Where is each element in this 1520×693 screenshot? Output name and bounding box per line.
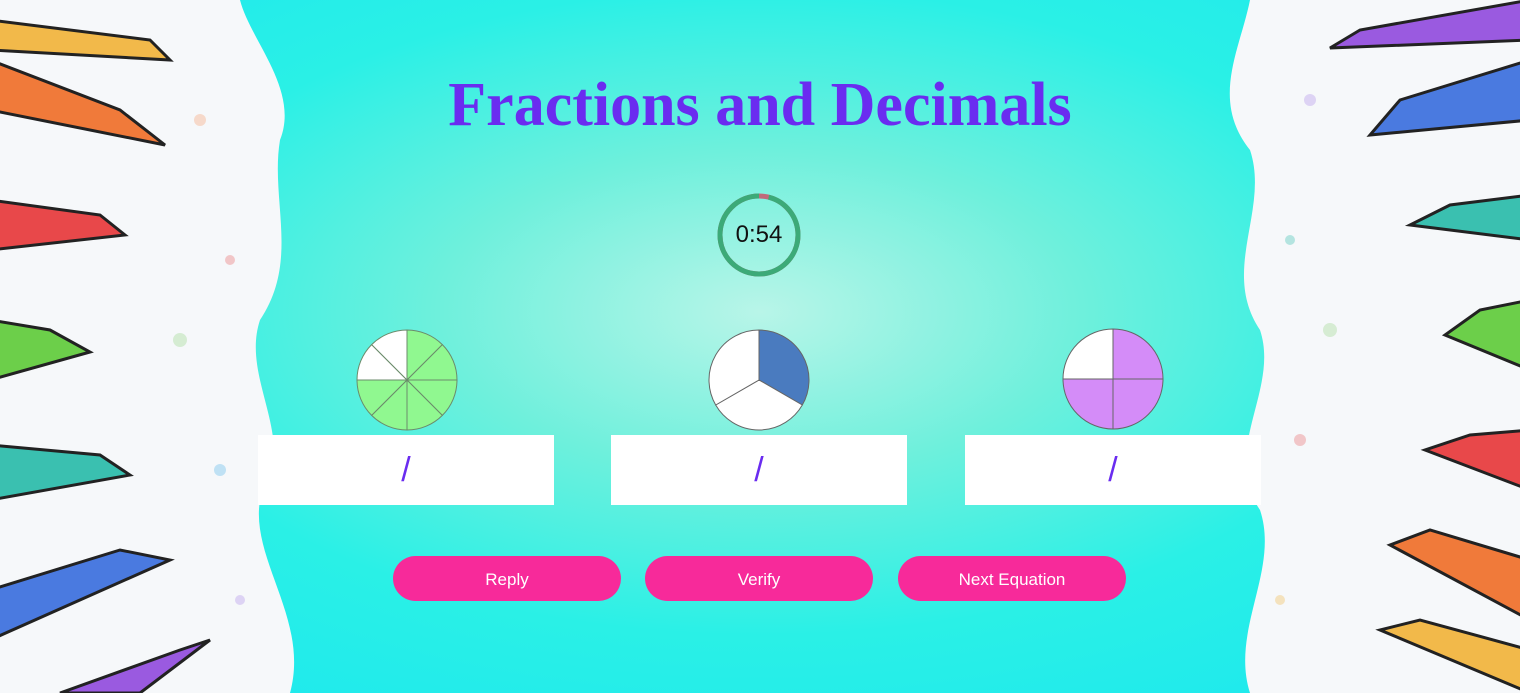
reply-button[interactable]: Reply — [393, 556, 621, 601]
fraction-pie-3 — [1062, 328, 1164, 430]
countdown-timer: 0:54 — [716, 192, 802, 278]
answer-field-3[interactable]: / — [965, 435, 1261, 505]
answer-field-2[interactable]: / — [611, 435, 907, 505]
answer-field-1[interactable]: / — [258, 435, 554, 505]
next-equation-button[interactable]: Next Equation — [898, 556, 1126, 601]
fraction-pie-1 — [356, 329, 458, 431]
page-title: Fractions and Decimals — [448, 71, 1072, 139]
fraction-pie-2 — [708, 329, 810, 431]
timer-text: 0:54 — [735, 221, 783, 248]
verify-button[interactable]: Verify — [645, 556, 873, 601]
pie-slice-filled — [1112, 378, 1164, 430]
pie-slice-filled — [1112, 328, 1164, 380]
pie-slice-filled — [1062, 378, 1114, 430]
pie-slice-empty — [1062, 328, 1114, 380]
